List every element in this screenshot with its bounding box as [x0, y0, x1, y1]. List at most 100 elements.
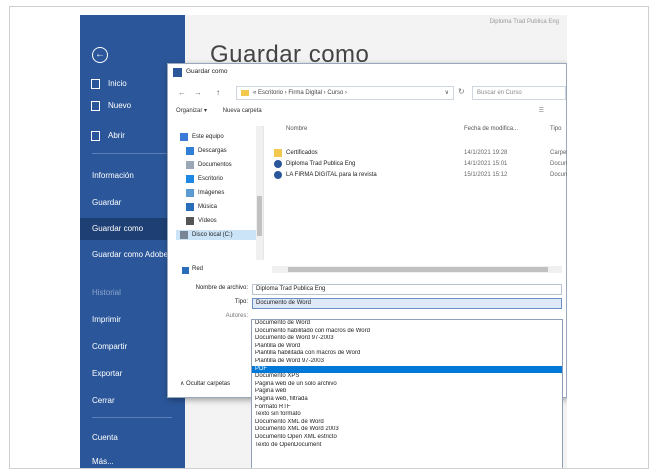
file-type-option[interactable]: PDF: [252, 365, 562, 374]
sidebar-item-cuenta[interactable]: Cuenta: [80, 427, 185, 449]
file-row[interactable]: LA FIRMA DIGITAL para la revista 15/1/20…: [272, 170, 567, 180]
folder-icon: [91, 131, 100, 141]
file-type-option[interactable]: Documento XML de Word 2003: [252, 426, 562, 434]
file-type-option[interactable]: Documento XML de Word: [252, 419, 562, 427]
file-type-option[interactable]: Documento XPS: [252, 373, 562, 381]
nav-label: Red: [192, 266, 204, 272]
nav-item-musica[interactable]: Música: [186, 202, 217, 212]
nav-label: Este equipo: [192, 134, 224, 140]
address-bar[interactable]: « Escritorio › Firma Digital › Curso › ∨: [236, 86, 454, 100]
nav-label: Vídeos: [198, 218, 217, 224]
home-icon: [91, 79, 100, 89]
sidebar-divider: [92, 153, 172, 154]
file-type: Docum: [550, 161, 567, 167]
nav-scrollbar[interactable]: [256, 126, 263, 260]
file-name: Certificados: [286, 150, 318, 156]
file-type-value: Documento de Word: [256, 300, 311, 306]
file-type-option[interactable]: Formato RTF: [252, 404, 562, 412]
column-header-date[interactable]: Fecha de modifica...: [464, 126, 518, 136]
nav-item-disco-local[interactable]: Disco local (C:): [176, 230, 256, 240]
navigation-pane: Este equipo Descargas Documentos Escrito…: [168, 126, 264, 260]
file-type-option[interactable]: Página web, filtrada: [252, 396, 562, 404]
file-type-option[interactable]: Plantilla de Word: [252, 343, 562, 351]
organize-button[interactable]: Organizar ▾: [176, 108, 207, 114]
file-type-option[interactable]: Documento habilitado con macros de Word: [252, 328, 562, 336]
chevron-down-icon[interactable]: ∨: [445, 87, 449, 99]
back-arrow-icon[interactable]: ←: [92, 47, 108, 63]
file-type-dropdown: Documento de Word Documento habilitado co…: [251, 319, 563, 468]
file-type-option[interactable]: Documento de Word 97-2003: [252, 335, 562, 343]
file-type-option[interactable]: Página web: [252, 388, 562, 396]
file-type-option[interactable]: Plantilla habilitada con macros de Word: [252, 350, 562, 358]
nav-item-documentos[interactable]: Documentos: [186, 160, 232, 170]
file-date: 14/1/2021 15:01: [464, 161, 508, 167]
file-type-option[interactable]: Plantilla de Word 97-2003: [252, 358, 562, 366]
nav-label: Imágenes: [198, 190, 225, 196]
nav-label: Disco local (C:): [192, 232, 233, 238]
new-doc-icon: [91, 101, 100, 111]
pictures-icon: [186, 189, 194, 197]
dialog-toolbar: Organizar ▾ Nueva carpeta ☰: [176, 105, 566, 117]
nav-item-imagenes[interactable]: Imágenes: [186, 188, 224, 198]
video-icon: [186, 217, 194, 225]
sidebar-item-mas[interactable]: Más...: [80, 451, 185, 468]
nav-label: Escritorio: [198, 176, 224, 182]
nav-item-este-equipo[interactable]: Este equipo: [180, 132, 224, 142]
view-options-icon[interactable]: ☰: [539, 105, 544, 117]
sidebar-item-label: Inicio: [108, 79, 127, 88]
address-path: « Escritorio › Firma Digital › Curso ›: [253, 90, 348, 96]
nav-item-descargas[interactable]: Descargas: [186, 146, 227, 156]
authors-label: Autores:: [225, 313, 248, 319]
address-bar-row: ← → ↑ « Escritorio › Firma Digital › Cur…: [176, 86, 566, 100]
file-name: LA FIRMA DIGITAL para la revista: [286, 172, 377, 178]
scrollbar-thumb[interactable]: [288, 267, 548, 272]
file-list: Nombre Fecha de modifica... Tipo Certifi…: [272, 126, 567, 266]
forward-nav-icon[interactable]: →: [194, 88, 202, 97]
nav-item-escritorio[interactable]: Escritorio: [186, 174, 223, 184]
nav-item-videos[interactable]: Vídeos: [186, 216, 217, 226]
filename-label: Nombre de archivo:: [195, 285, 248, 291]
file-type-option[interactable]: Página web de un solo archivo: [252, 381, 562, 389]
scrollbar-thumb[interactable]: [257, 196, 262, 236]
file-list-scrollbar[interactable]: [272, 266, 562, 273]
sidebar-item-label: Nuevo: [108, 101, 132, 110]
file-date: 15/1/2021 15:12: [464, 172, 508, 178]
network-icon: [182, 267, 189, 274]
up-nav-icon[interactable]: ↑: [216, 88, 220, 97]
filename-input[interactable]: Diploma Trad Publica Eng: [252, 284, 562, 295]
word-window: ← Inicio Nuevo Abrir Información Guardar…: [80, 15, 567, 468]
new-folder-button[interactable]: Nueva carpeta: [223, 108, 262, 114]
type-label: Tipo:: [234, 299, 248, 305]
nav-label: Descargas: [198, 148, 227, 154]
sidebar-item-label: Abrir: [108, 131, 125, 140]
dialog-title: Guardar como: [186, 68, 228, 75]
document-name: Diploma Trad Publica Eng: [489, 19, 559, 25]
file-type: Carpeta: [550, 150, 567, 156]
nav-label: Música: [198, 204, 218, 210]
hide-folders-button[interactable]: ∧ Ocultar carpetas: [180, 380, 230, 387]
file-type-option[interactable]: Documento Open XML estricto: [252, 434, 562, 442]
computer-icon: [180, 133, 188, 141]
word-doc-icon: [274, 160, 282, 168]
column-header-type[interactable]: Tipo: [550, 126, 561, 136]
file-type-select[interactable]: Documento de Word: [252, 298, 562, 309]
word-doc-icon: [274, 171, 282, 179]
save-as-dialog: Guardar como ← → ↑ « Escritorio › Firma …: [167, 63, 567, 468]
music-icon: [186, 203, 194, 211]
file-type: Docum: [550, 172, 567, 178]
back-nav-icon[interactable]: ←: [178, 88, 186, 97]
folder-icon: [274, 149, 282, 157]
refresh-icon[interactable]: ↻: [458, 87, 465, 96]
download-icon: [186, 147, 194, 155]
column-header-name[interactable]: Nombre: [286, 126, 307, 136]
file-type-option[interactable]: Texto sin formato: [252, 411, 562, 419]
file-type-option[interactable]: Documento de Word: [252, 320, 562, 328]
sidebar-divider: [92, 417, 172, 418]
file-row[interactable]: Diploma Trad Publica Eng 14/1/2021 15:01…: [272, 159, 567, 169]
drive-icon: [180, 231, 188, 239]
file-row[interactable]: Certificados 14/1/2021 19:28 Carpeta: [272, 148, 567, 158]
nav-item-red[interactable]: Red: [182, 266, 204, 274]
search-input[interactable]: Buscar en Curso: [472, 86, 566, 100]
folder-icon: [241, 90, 249, 96]
file-type-option[interactable]: Texto de OpenDocument: [252, 442, 562, 450]
